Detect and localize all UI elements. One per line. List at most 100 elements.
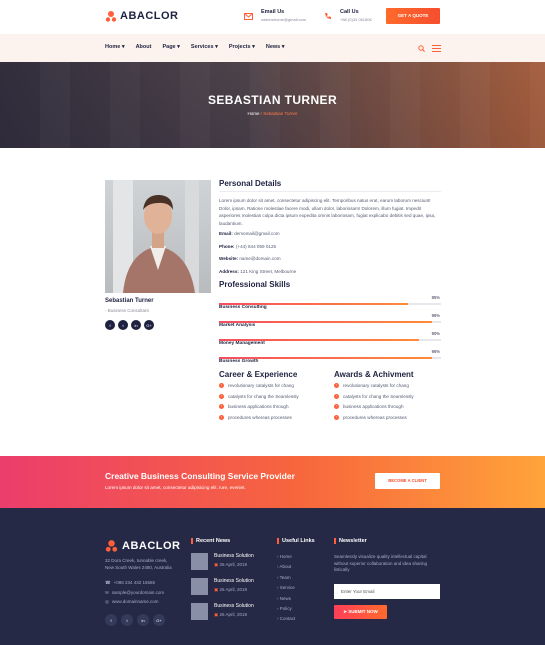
skill-item: Money Management 90% (219, 331, 441, 349)
breadcrumb-home[interactable]: Home (247, 111, 259, 116)
detail-address: Address: 121 King Street, Melbourne (219, 268, 297, 274)
nav-menu: Home ▾ About Page ▾ Services ▾ Projects … (105, 44, 285, 50)
instagram-icon[interactable]: in (137, 614, 149, 626)
arrow-right-icon: › (219, 383, 224, 388)
skill-bar-fill (219, 303, 408, 305)
mail-icon: ✉ (105, 589, 109, 595)
logo[interactable]: ABACLOR (105, 10, 179, 22)
become-client-button[interactable]: BECOME A CLIENT (375, 473, 440, 489)
cta-title: Creative Business Consulting Service Pro… (105, 471, 295, 481)
profile-photo (105, 180, 211, 293)
arrow-right-icon: › (219, 404, 224, 409)
profile-role: - Business Consultant (105, 308, 149, 313)
news-item[interactable]: Business Solution ▣ 26 April, 2019 (191, 603, 254, 620)
phone-icon: ☎ (105, 580, 111, 585)
news-thumbnail (191, 553, 208, 570)
skills-list: Business Consulting 85% Market Analysis … (219, 295, 441, 367)
skill-percent: 90% (431, 331, 440, 336)
divider (219, 191, 441, 192)
skill-percent: 85% (431, 295, 440, 300)
newsletter-heading: Newsletter (334, 538, 367, 544)
recent-news-list: Business Solution ▣ 26 April, 2019 Busin… (191, 553, 254, 620)
list-item: › business applications through (334, 404, 404, 409)
personal-details-heading: Personal Details (219, 179, 282, 188)
arrow-right-icon: › (334, 414, 339, 420)
call-contact: Call Us +88 (0)34 061806 (340, 9, 372, 22)
nav-item-page[interactable]: Page ▾ (162, 44, 179, 50)
google-plus-icon[interactable]: G+ (153, 614, 165, 626)
top-bar: ABACLOR Email Us webershome@gmail.com Ca… (0, 0, 545, 34)
nav-item-about[interactable]: About (136, 44, 152, 50)
nav-item-home[interactable]: Home ▾ (105, 44, 125, 50)
email-contact: Email Us webershome@gmail.com (261, 9, 306, 22)
call-value[interactable]: +88 (0)34 061806 (340, 17, 372, 22)
send-icon: ➤ (343, 609, 347, 614)
chevron-down-icon: ▾ (121, 44, 125, 50)
nav-item-news[interactable]: News ▾ (266, 44, 285, 50)
footer-link-service[interactable]: › Service (277, 585, 295, 590)
arrow-right-icon: › (219, 393, 224, 399)
bio-text: Lorem ipsum dolor sit amet, consectetur … (219, 198, 436, 226)
skills-heading: Professional Skills (219, 280, 291, 289)
footer-link-policy[interactable]: › Policy (277, 606, 295, 611)
footer-logo[interactable]: ABACLOR (105, 539, 181, 552)
skill-item: Business Consulting 85% (219, 295, 441, 313)
list-item: › procedures whereas processes (219, 414, 292, 420)
chevron-right-icon: › (277, 616, 279, 622)
footer-address: 32 Dora Creek, tunnable creek, New South… (105, 558, 172, 570)
footer-link-news[interactable]: › News (277, 596, 295, 601)
menu-icon[interactable] (432, 44, 441, 52)
news-item[interactable]: Business Solution ▣ 26 April, 2019 (191, 578, 254, 595)
profile-name: Sebastian Turner (105, 298, 154, 304)
news-item[interactable]: Business Solution ▣ 26 April, 2019 (191, 553, 254, 570)
twitter-icon[interactable]: t (118, 320, 128, 330)
skill-item: Business Growth 96% (219, 349, 441, 367)
profile-social-links: f t in G+ (105, 320, 154, 330)
skill-percent: 96% (431, 313, 440, 318)
main-nav: Home ▾ About Page ▾ Services ▾ Projects … (0, 34, 545, 62)
google-plus-icon[interactable]: G+ (144, 320, 154, 330)
page-title: SEBASTIAN TURNER (207, 93, 338, 107)
newsletter-email-input[interactable]: Enter Your Email (334, 584, 440, 599)
calendar-icon: ▣ (214, 612, 219, 617)
footer-website: ◎ www.domainname.com (105, 599, 159, 604)
email-label: Email Us (261, 9, 285, 15)
logo-text: ABACLOR (120, 10, 179, 22)
breadcrumb-separator: / (260, 111, 262, 116)
list-item: › revolutionary catalysts for chang (219, 383, 294, 388)
arrow-right-icon: › (219, 414, 224, 420)
get-quote-button[interactable]: GET A QUOTE (386, 8, 440, 24)
mail-icon (244, 12, 253, 20)
facebook-icon[interactable]: f (105, 614, 117, 626)
chevron-right-icon: › (277, 564, 279, 570)
awards-heading: Awards & Achivment (334, 370, 414, 379)
footer-link-home[interactable]: › Home (277, 554, 295, 559)
footer-phone: ☎ +088 234 432 15565 (105, 580, 156, 585)
phone-icon (323, 11, 332, 20)
career-heading: Career & Experience (219, 370, 298, 379)
nav-item-services[interactable]: Services ▾ (191, 44, 218, 50)
search-icon[interactable] (417, 44, 425, 52)
heading-accent (277, 538, 279, 544)
logo-mark-icon (105, 11, 117, 22)
instagram-icon[interactable]: in (131, 320, 141, 330)
chevron-down-icon: ▾ (177, 44, 180, 50)
footer-link-contact[interactable]: › Contact (277, 616, 295, 621)
email-value[interactable]: webershome@gmail.com (261, 17, 306, 22)
nav-item-projects[interactable]: Projects ▾ (229, 44, 255, 50)
submit-now-button[interactable]: ➤ SUBMIT NOW (334, 605, 387, 619)
skill-name: Market Analysis (219, 323, 256, 328)
chevron-right-icon: › (277, 585, 279, 591)
twitter-icon[interactable]: t (121, 614, 133, 626)
recent-news-heading: Recent News (191, 538, 230, 544)
globe-icon: ◎ (105, 599, 109, 604)
footer-link-about[interactable]: › About (277, 564, 295, 569)
skill-bar-track (219, 321, 441, 323)
footer-email: ✉ sample@yourdomain.com (105, 589, 165, 595)
footer: ABACLOR 32 Dora Creek, tunnable creek, N… (0, 508, 545, 645)
news-thumbnail (191, 578, 208, 595)
detail-phone: Phone: (+44) 844 059 0125 (219, 243, 277, 249)
news-thumbnail (191, 603, 208, 620)
facebook-icon[interactable]: f (105, 320, 115, 330)
footer-link-team[interactable]: › Team (277, 575, 295, 580)
